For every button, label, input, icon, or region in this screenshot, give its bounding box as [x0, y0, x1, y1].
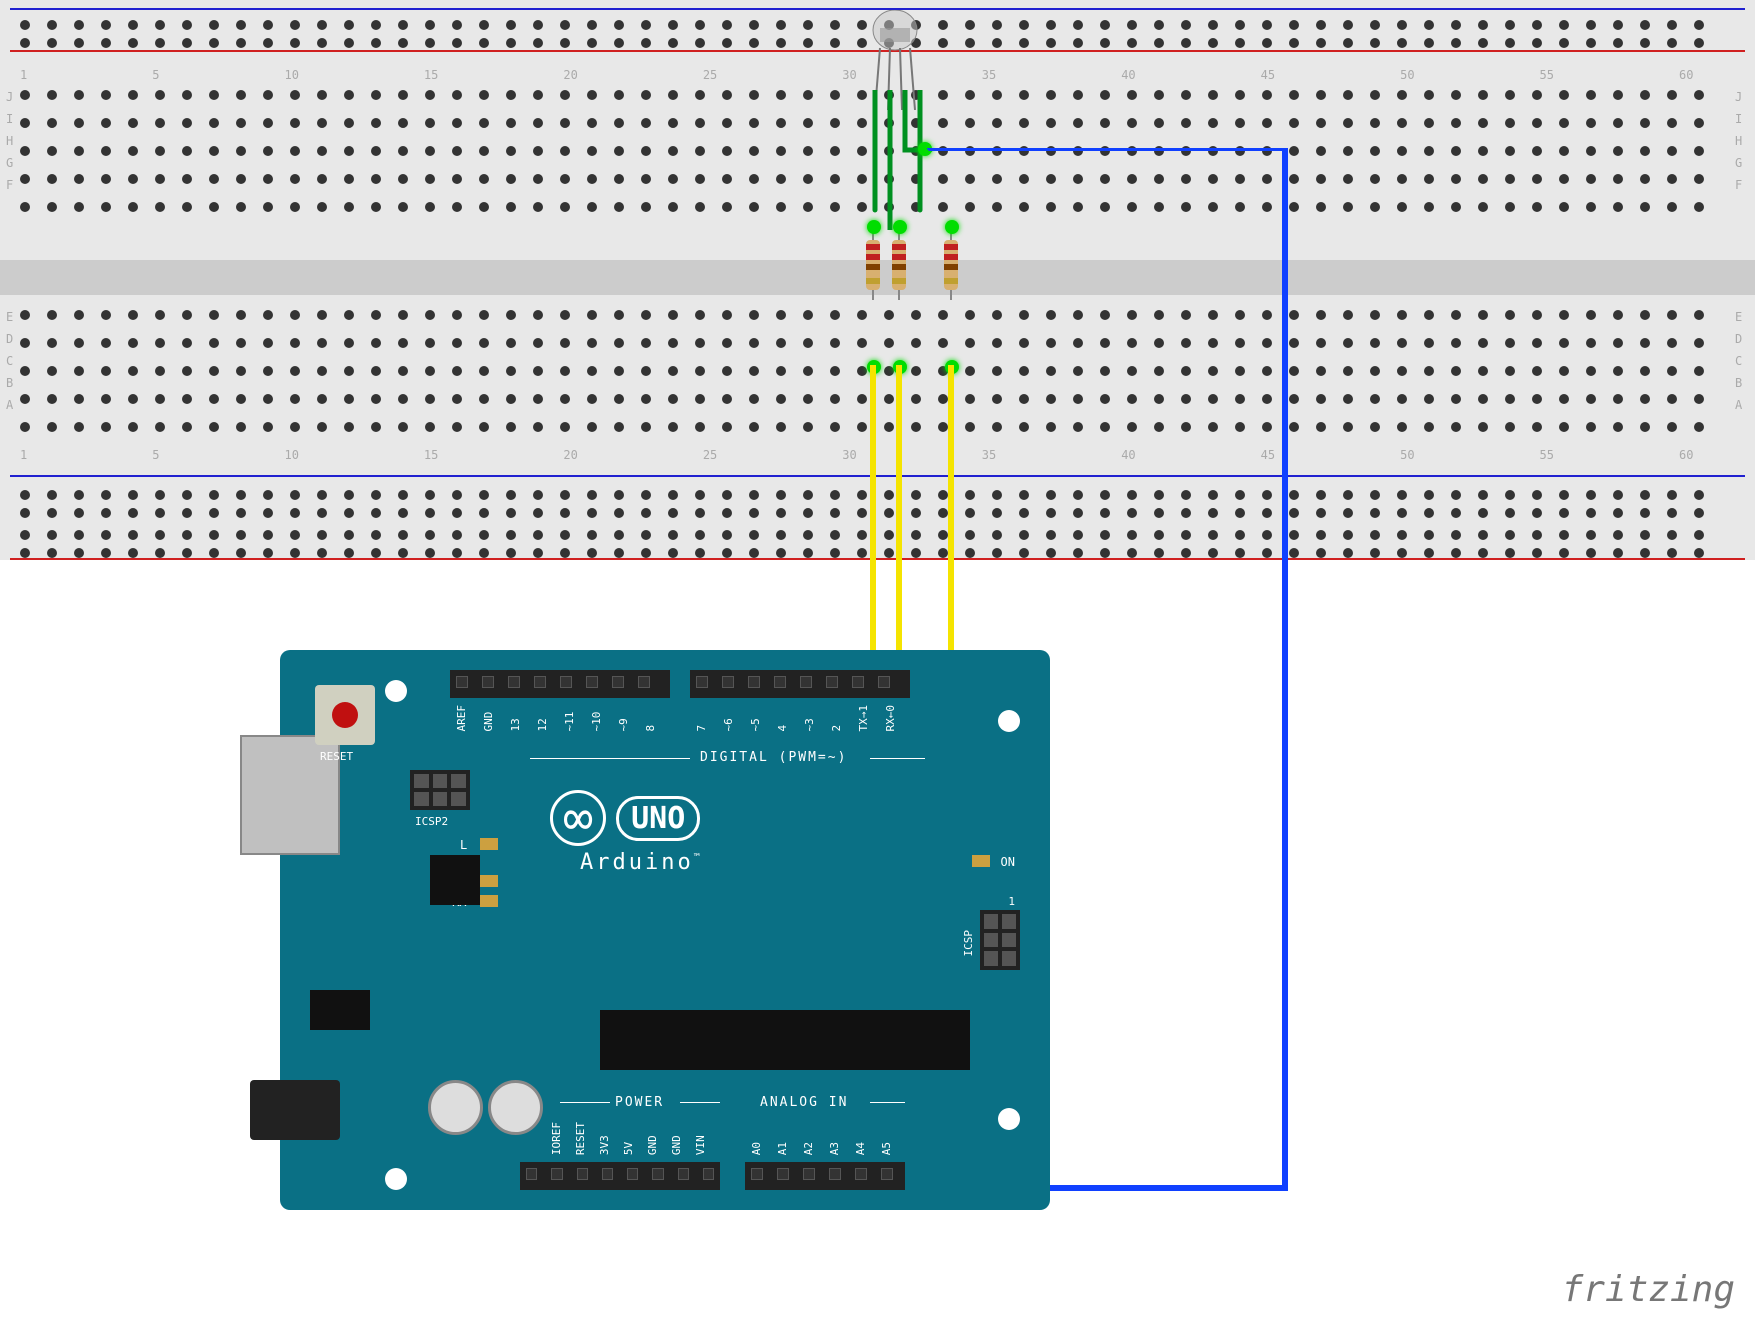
col-numbers-bot: 151015202530354045505560	[20, 448, 1735, 462]
mounting-hole	[385, 1168, 407, 1190]
led-rx	[480, 895, 498, 907]
decorative-line	[530, 758, 690, 759]
arduino-logo: ∞ UNO	[550, 790, 700, 846]
resistor-3	[940, 230, 962, 300]
holes-row	[20, 530, 1735, 540]
reset-button[interactable]	[315, 685, 375, 745]
icsp-header	[980, 910, 1020, 970]
decorative-line	[870, 1102, 905, 1103]
row-letters-left-top: JIHGF	[6, 90, 20, 192]
row-letters-right-top: JIHGF	[1735, 90, 1749, 192]
holes-row	[20, 548, 1735, 558]
power-pin-labels: IOREFRESET3V35VGNDGNDVIN	[550, 1122, 706, 1155]
led-on-label: ON	[1001, 855, 1015, 869]
rail-mid-blue	[10, 475, 1745, 477]
digital-pin-labels-2: 7~6~54~32TX→1RX←0	[695, 705, 896, 732]
joint	[918, 142, 932, 156]
holes-row	[20, 490, 1735, 500]
section-power: POWER	[615, 1095, 664, 1110]
decorative-line	[560, 1102, 610, 1103]
mounting-hole	[998, 1108, 1020, 1130]
led-l-label: L	[460, 838, 467, 852]
section-digital: DIGITAL (PWM=~)	[700, 750, 847, 765]
rgb-led	[870, 10, 920, 70]
mounting-hole	[998, 710, 1020, 732]
joint	[945, 220, 959, 234]
smd-chip	[430, 855, 480, 905]
voltage-regulator	[310, 990, 370, 1030]
icsp2-header	[410, 770, 470, 810]
holes-row	[20, 338, 1735, 348]
atmega-chip	[600, 1010, 970, 1070]
joint	[867, 220, 881, 234]
header-power	[520, 1162, 720, 1190]
header-digital-left	[450, 670, 670, 698]
holes-row	[20, 174, 1735, 184]
header-analog	[745, 1162, 905, 1190]
joint	[893, 360, 907, 374]
row-letters-right-bot: EDCBA	[1735, 310, 1749, 412]
header-digital-right	[690, 670, 910, 698]
joint	[945, 360, 959, 374]
holes-row	[20, 422, 1735, 432]
mounting-hole	[385, 680, 407, 702]
capacitors	[428, 1080, 543, 1135]
infinity-icon: ∞	[550, 790, 606, 846]
holes-row	[20, 508, 1735, 518]
reset-label: RESET	[320, 750, 353, 763]
holes-row	[20, 146, 1735, 156]
power-jack	[250, 1080, 340, 1140]
decorative-line	[680, 1102, 720, 1103]
icsp-pin1: 1	[1008, 895, 1015, 908]
uno-badge: UNO	[616, 796, 700, 841]
digital-pin-labels-1: AREFGND1312~11~10~98	[455, 705, 656, 732]
row-letters-left-bot: EDCBA	[6, 310, 20, 412]
rail-bot-red	[10, 558, 1745, 560]
decorative-line	[870, 758, 925, 759]
analog-pin-labels: A0A1A2A3A4A5	[750, 1142, 892, 1155]
led-tx	[480, 875, 498, 887]
holes-row	[20, 118, 1735, 128]
resistor-1	[862, 230, 884, 300]
section-analog: ANALOG IN	[760, 1095, 848, 1110]
led-on	[972, 855, 990, 867]
holes-row	[20, 310, 1735, 320]
holes-row	[20, 394, 1735, 404]
fritzing-watermark: fritzing	[1562, 1269, 1735, 1310]
led-l	[480, 838, 498, 850]
joint	[867, 360, 881, 374]
resistor-2	[888, 230, 910, 300]
holes-row	[20, 202, 1735, 212]
joint	[893, 220, 907, 234]
icsp-label: ICSP	[962, 930, 975, 957]
arduino-uno: RESET AREFGND1312~11~10~98 7~6~54~32TX→1…	[280, 650, 1050, 1210]
arduino-text: Arduino™	[580, 850, 703, 875]
icsp2-label: ICSP2	[415, 815, 448, 828]
